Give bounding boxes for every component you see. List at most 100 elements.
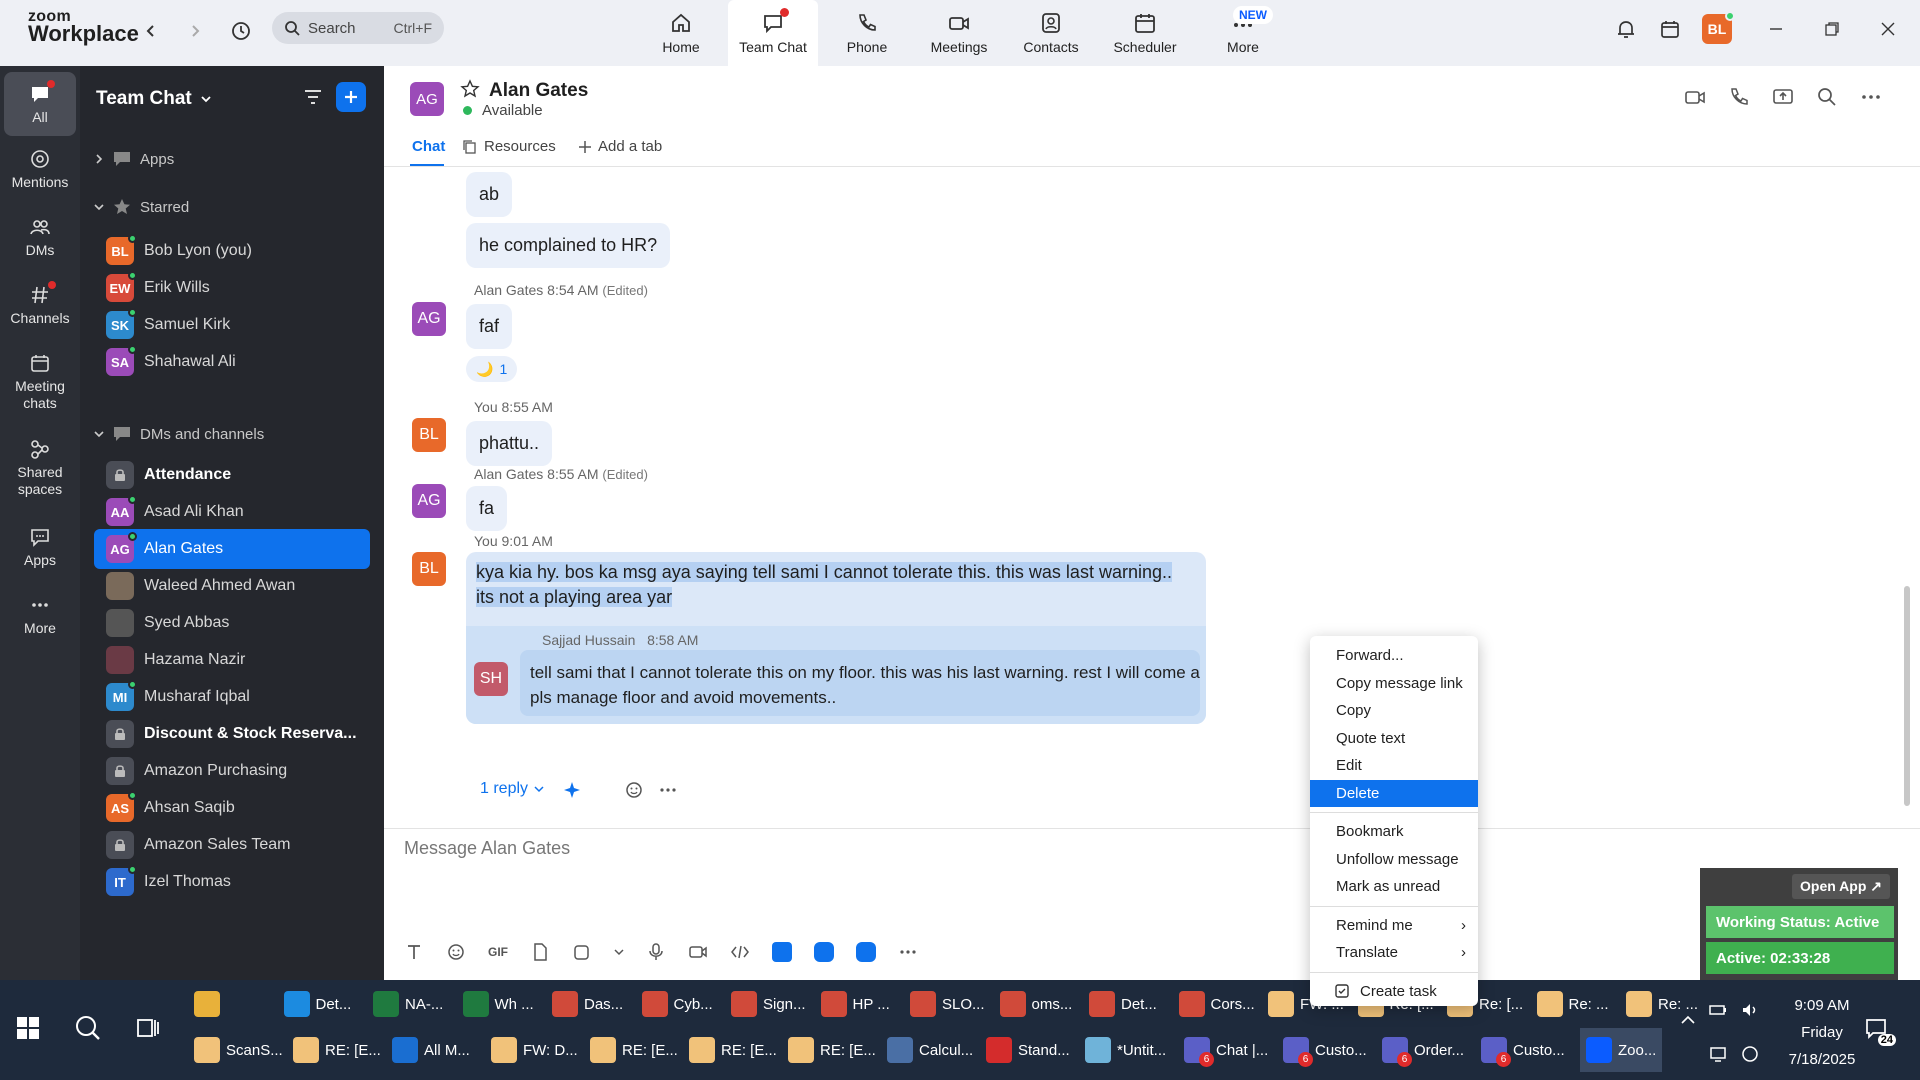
context-menu-item[interactable]: Create task [1310, 978, 1478, 1006]
restore-icon[interactable] [1814, 14, 1850, 44]
selected-message[interactable]: kya kia hy. bos ka msg aya saying tell s… [466, 552, 1206, 724]
taskbar-app[interactable]: RE: [E... [689, 1028, 777, 1072]
rail-mentions[interactable]: Mentions [4, 148, 76, 190]
taskbar-app[interactable]: Det... [283, 982, 351, 1026]
notifications-bell-icon[interactable] [1608, 14, 1644, 44]
avatar[interactable]: BL [412, 552, 446, 586]
minimize-icon[interactable] [1758, 14, 1794, 44]
taskbar-app[interactable]: Cyb... [641, 982, 713, 1026]
reply-count-link[interactable]: 1 reply [480, 780, 544, 798]
share-screen-icon[interactable] [1772, 86, 1794, 108]
windows-start-icon[interactable] [16, 1016, 40, 1040]
message-bubble[interactable]: he complained to HR? [466, 223, 671, 268]
clock[interactable]: 9:09 AM Friday 7/18/2025 [1772, 992, 1872, 1073]
emoji-icon[interactable] [446, 942, 466, 962]
taskbar-app[interactable]: Zoo... [1580, 1028, 1663, 1072]
sidebar-item[interactable]: AS Ahsan Saqib [94, 788, 370, 828]
message-bubble[interactable]: ab [466, 172, 513, 217]
sidebar-item[interactable]: SK Samuel Kirk [94, 305, 370, 345]
user-avatar[interactable]: BL [1702, 11, 1735, 44]
star-outline-icon[interactable] [460, 79, 480, 99]
taskbar-app[interactable]: RE: [E... [788, 1028, 876, 1072]
context-menu-item[interactable]: Quote text [1310, 725, 1478, 753]
context-menu-item[interactable]: Translate › [1310, 939, 1478, 967]
open-app-button[interactable]: Open App ↗ [1792, 874, 1890, 899]
taskbar-app[interactable]: SLO... [910, 982, 985, 1026]
quoted-message[interactable]: Sajjad Hussain 8:58 AM SH tell sami that… [466, 626, 1206, 724]
composer-more-icon[interactable] [898, 942, 918, 962]
sidebar-item[interactable]: AA Asad Ali Khan [94, 492, 370, 532]
taskbar-app[interactable]: 6 Custo... [1283, 1028, 1367, 1072]
sidebar-item[interactable]: Attendance [94, 455, 370, 495]
message-more-icon[interactable] [658, 780, 678, 800]
message-bubble[interactable]: phattu.. [466, 421, 553, 466]
sidebar-item[interactable]: Amazon Purchasing [94, 751, 370, 791]
context-menu-item[interactable]: Mark as unread [1310, 873, 1478, 901]
taskbar-app[interactable]: Das... [552, 982, 623, 1026]
nav-contacts[interactable]: Contacts [1006, 0, 1096, 66]
context-menu-item[interactable]: Forward... [1310, 642, 1478, 670]
phone-call-icon[interactable] [1728, 86, 1750, 108]
taskbar-app[interactable]: NA-... [373, 982, 443, 1026]
context-menu-item[interactable]: Edit [1310, 752, 1478, 780]
sidebar-item[interactable]: Hazama Nazir [94, 640, 370, 680]
taskbar-app[interactable]: Sign... [731, 982, 806, 1026]
chevron-down-icon[interactable] [614, 947, 624, 957]
sidebar-item[interactable]: EW Erik Wills [94, 268, 370, 308]
nav-scheduler[interactable]: Scheduler [1100, 0, 1190, 66]
context-menu-item[interactable]: Bookmark [1310, 818, 1478, 846]
more-options-icon[interactable] [1860, 86, 1882, 108]
reaction-chip[interactable]: 🌙 1 [466, 356, 518, 382]
filter-icon[interactable] [302, 86, 324, 108]
nav-meetings[interactable]: Meetings [914, 0, 1004, 66]
message-bubble[interactable]: faf [466, 304, 513, 349]
taskbar-app[interactable]: 6 Order... [1382, 1028, 1464, 1072]
sidebar-item[interactable]: IT Izel Thomas [94, 862, 370, 902]
message-input[interactable]: Message Alan Gates [404, 838, 1704, 918]
nav-team-chat[interactable]: Team Chat [728, 0, 818, 66]
taskbar-app[interactable]: 6 Custo... [1481, 1028, 1565, 1072]
avatar[interactable]: AG [412, 302, 446, 336]
sidebar-item[interactable]: AG Alan Gates [94, 529, 370, 569]
contact-avatar[interactable]: AG [410, 82, 444, 116]
tab-chat[interactable]: Chat [412, 138, 445, 155]
calendar-today-icon[interactable] [1652, 14, 1688, 44]
back-icon[interactable] [138, 18, 164, 44]
app-icon-1[interactable] [772, 942, 792, 962]
taskbar-search-icon[interactable] [74, 1014, 102, 1042]
forward-icon[interactable] [182, 18, 208, 44]
volume-icon[interactable] [1740, 1000, 1760, 1020]
taskbar-app[interactable]: Re: ... [1536, 982, 1609, 1026]
tab-resources[interactable]: Resources [462, 138, 556, 155]
close-icon[interactable] [1870, 14, 1906, 44]
ai-sparkle-icon[interactable] [562, 780, 582, 800]
taskbar-app[interactable]: Calcul... [887, 1028, 973, 1072]
notification-center-icon[interactable]: 24 [1864, 1016, 1896, 1046]
nav-phone[interactable]: Phone [822, 0, 912, 66]
taskbar-app[interactable]: RE: [E... [590, 1028, 678, 1072]
rail-all[interactable]: All [4, 72, 76, 136]
video-call-icon[interactable] [1684, 86, 1706, 108]
rail-shared-spaces[interactable]: Shared spaces [4, 438, 76, 498]
scrollbar[interactable] [1904, 586, 1910, 806]
sidebar-item[interactable]: Waleed Ahmed Awan [94, 566, 370, 606]
apps-section[interactable]: Apps [94, 149, 174, 169]
history-icon[interactable] [228, 18, 254, 44]
context-menu-item[interactable]: Copy [1310, 697, 1478, 725]
taskbar-app[interactable]: 6 Chat |... [1184, 1028, 1268, 1072]
contact-name[interactable]: Alan Gates [489, 80, 588, 102]
taskbar-app[interactable]: oms... [999, 982, 1072, 1026]
sidebar-item[interactable]: Syed Abbas [94, 603, 370, 643]
taskbar-app[interactable]: HP ... [820, 982, 890, 1026]
sidebar-item[interactable]: Amazon Sales Team [94, 825, 370, 865]
sidebar-item[interactable]: MI Musharaf Iqbal [94, 677, 370, 717]
starred-section[interactable]: Starred [94, 197, 189, 217]
nav-home[interactable]: Home [636, 0, 726, 66]
battery-icon[interactable] [1708, 1000, 1728, 1020]
dms-section[interactable]: DMs and channels [94, 424, 264, 444]
taskbar-app[interactable]: Wh ... [462, 982, 534, 1026]
monitor-icon[interactable] [1740, 1044, 1760, 1064]
tab-add[interactable]: Add a tab [578, 138, 662, 155]
code-icon[interactable] [730, 942, 750, 962]
new-chat-button[interactable] [336, 82, 366, 112]
